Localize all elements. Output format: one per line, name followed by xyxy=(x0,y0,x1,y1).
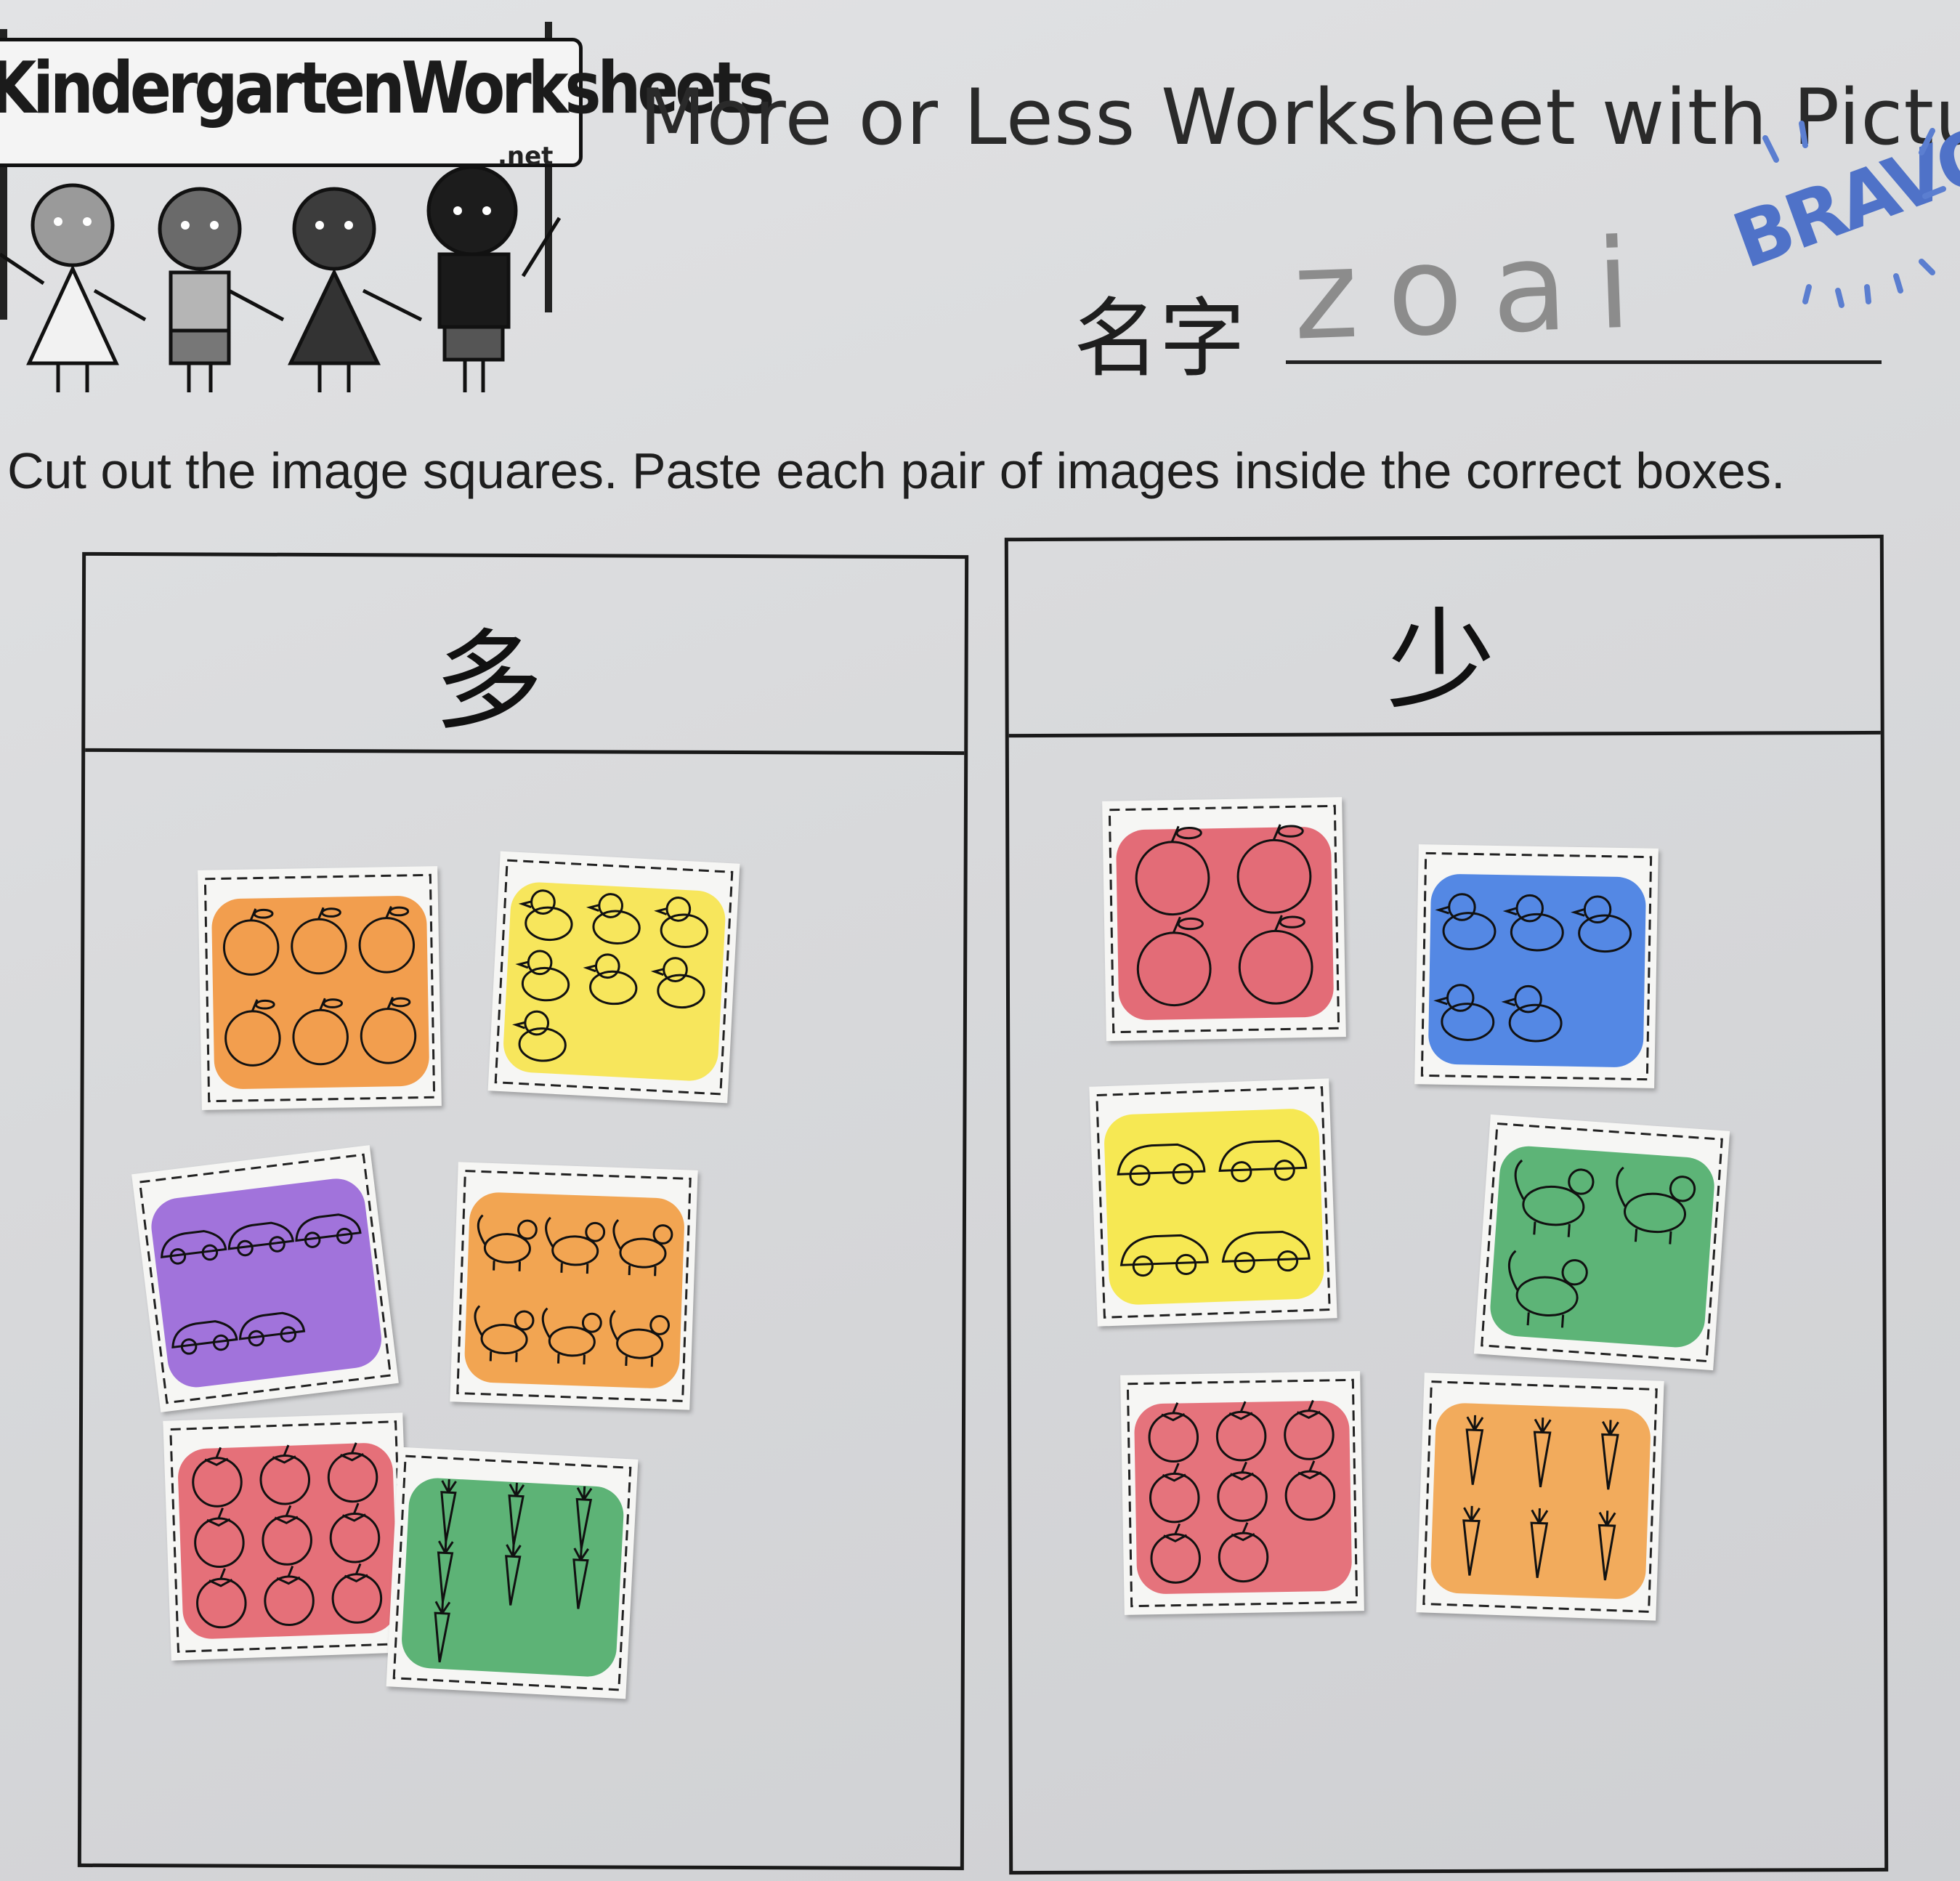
instruction-text: Cut out the image squares. Paste each pa… xyxy=(7,442,1786,499)
apple-drawing xyxy=(1108,804,1340,1034)
pasted-card-tomato xyxy=(1120,1371,1364,1615)
pasted-card-carrot xyxy=(1416,1372,1664,1621)
crayon-coloring xyxy=(151,1178,382,1388)
carrot-drawing xyxy=(1422,1380,1658,1613)
logo-brand: KindergartenWorksheets xyxy=(0,47,775,130)
pasted-card-cat xyxy=(450,1162,698,1410)
pasted-card-carrot xyxy=(386,1447,639,1699)
pasted-card-duck xyxy=(1414,844,1659,1088)
stamp-burst-marks xyxy=(1762,121,1946,308)
pasted-card-apple xyxy=(1102,797,1346,1041)
crayon-coloring xyxy=(402,1478,624,1677)
less-box-header: 少 xyxy=(1008,538,1881,738)
car-drawing xyxy=(138,1153,392,1404)
logo-sign: KindergartenWorksheets .net xyxy=(0,38,775,171)
duck-drawing xyxy=(1420,851,1653,1081)
tomato-drawing xyxy=(169,1420,405,1653)
pasted-card-cat xyxy=(1473,1114,1730,1371)
name-label: 名字 xyxy=(1074,288,1246,389)
pasted-card-car xyxy=(1089,1078,1337,1327)
car-drawing xyxy=(1096,1086,1331,1319)
carrot-drawing xyxy=(392,1455,632,1691)
more-box-header: 多 xyxy=(85,555,965,756)
kids-logo-illustration xyxy=(0,167,562,392)
name-handwritten-value: zoai xyxy=(1290,211,1662,368)
crayon-coloring xyxy=(1490,1146,1714,1348)
pasted-card-car xyxy=(131,1145,399,1412)
apple-drawing xyxy=(203,873,436,1103)
name-underline xyxy=(1286,360,1882,364)
crayon-coloring xyxy=(211,896,429,1089)
cat-drawing xyxy=(456,1170,692,1402)
pasted-card-tomato xyxy=(163,1412,411,1661)
pasted-card-apple xyxy=(198,866,442,1110)
logo-suffix: .net xyxy=(498,142,554,171)
crayon-coloring xyxy=(1116,827,1334,1020)
cat-drawing xyxy=(1481,1122,1723,1363)
crayon-coloring xyxy=(1104,1109,1324,1305)
crayon-coloring xyxy=(178,1443,398,1639)
crayon-coloring xyxy=(1134,1401,1352,1594)
more-heading: 多 xyxy=(434,618,543,746)
less-heading: 少 xyxy=(1386,597,1496,725)
worksheet-page: KindergartenWorksheets .net More or Less… xyxy=(0,0,1960,1881)
pasted-card-duck xyxy=(487,851,740,1104)
tomato-drawing xyxy=(1126,1378,1358,1608)
duck-drawing xyxy=(494,859,734,1096)
